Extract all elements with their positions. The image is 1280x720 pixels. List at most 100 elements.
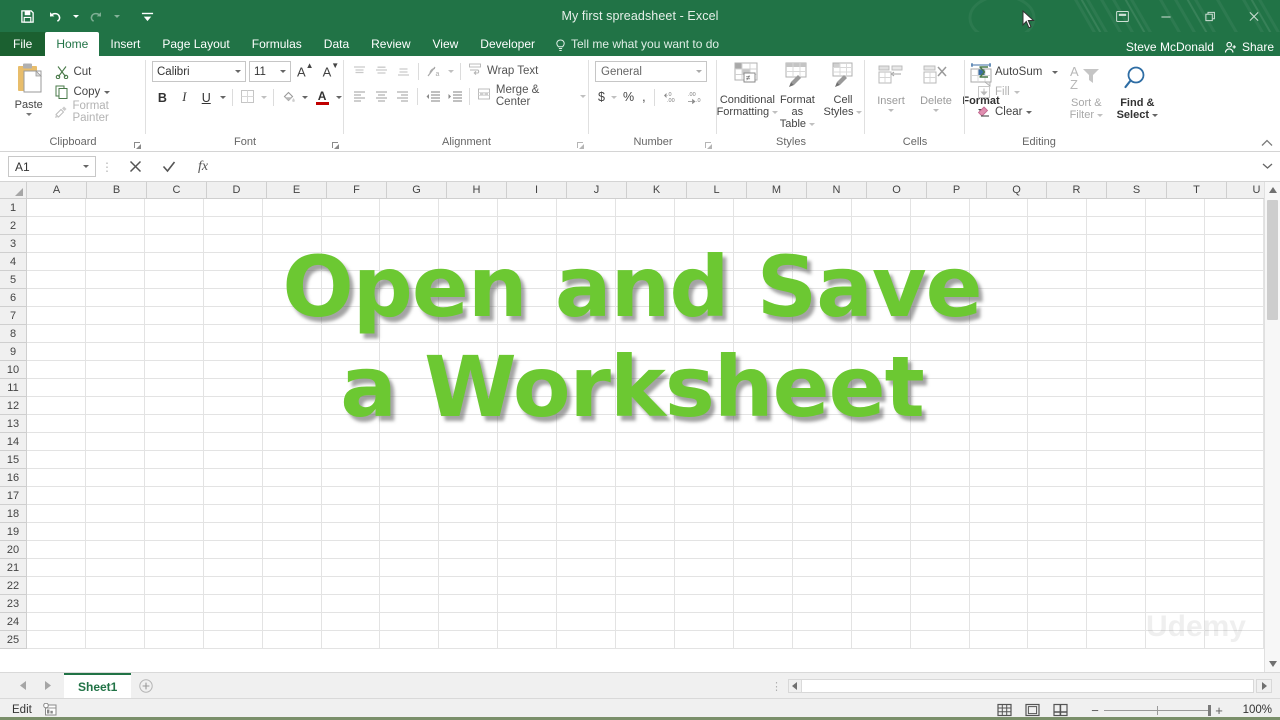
cell-A10[interactable] [27, 361, 86, 379]
row-header-25[interactable]: 25 [0, 631, 27, 649]
cell-Q12[interactable] [969, 397, 1029, 415]
cell-H20[interactable] [439, 541, 499, 559]
cell-O21[interactable] [851, 559, 911, 577]
cell-A20[interactable] [27, 541, 86, 559]
cell-T15[interactable] [1146, 451, 1206, 469]
column-header-P[interactable]: P [927, 182, 987, 199]
cell-A1[interactable] [27, 199, 86, 217]
cell-R9[interactable] [1028, 343, 1088, 361]
cell-S14[interactable] [1087, 433, 1147, 451]
cell-R4[interactable] [1028, 253, 1088, 271]
cell-L6[interactable] [674, 289, 734, 307]
cell-G17[interactable] [380, 487, 440, 505]
cell-H15[interactable] [439, 451, 499, 469]
row-header-22[interactable]: 22 [0, 577, 27, 595]
cell-H10[interactable] [439, 361, 499, 379]
cell-F8[interactable] [321, 325, 381, 343]
cell-T21[interactable] [1146, 559, 1206, 577]
cell-C8[interactable] [144, 325, 204, 343]
row-header-23[interactable]: 23 [0, 595, 27, 613]
cell-A19[interactable] [27, 523, 86, 541]
font-color-button[interactable]: A [312, 87, 333, 108]
cell-N4[interactable] [792, 253, 852, 271]
cell-Q17[interactable] [969, 487, 1029, 505]
column-header-H[interactable]: H [447, 182, 507, 199]
cell-J16[interactable] [557, 469, 617, 487]
autosum-button[interactable]: AutoSum [973, 62, 1061, 82]
cell-S3[interactable] [1087, 235, 1147, 253]
row-header-4[interactable]: 4 [0, 253, 27, 271]
share-button[interactable]: Share [1224, 40, 1274, 54]
comma-style-button[interactable]: , [639, 87, 648, 107]
cell-M10[interactable] [733, 361, 793, 379]
cell-G18[interactable] [380, 505, 440, 523]
column-header-L[interactable]: L [687, 182, 747, 199]
cell-G6[interactable] [380, 289, 440, 307]
cell-U10[interactable] [1205, 361, 1265, 379]
next-sheet-icon[interactable] [36, 676, 58, 696]
cell-Q9[interactable] [969, 343, 1029, 361]
cell-E24[interactable] [262, 613, 322, 631]
cell-S6[interactable] [1087, 289, 1147, 307]
cell-K6[interactable] [616, 289, 675, 307]
cell-K24[interactable] [616, 613, 675, 631]
cell-M1[interactable] [733, 199, 793, 217]
cell-P11[interactable] [910, 379, 970, 397]
fill-button[interactable]: Fill [973, 82, 1061, 102]
column-header-D[interactable]: D [207, 182, 267, 199]
clipboard-dialog-launcher-icon[interactable] [133, 141, 142, 150]
cell-H7[interactable] [439, 307, 499, 325]
scroll-up-icon[interactable] [1265, 182, 1280, 198]
clear-dropdown-icon[interactable] [1026, 110, 1033, 114]
cell-E15[interactable] [262, 451, 322, 469]
alignment-dialog-launcher-icon[interactable] [576, 141, 585, 150]
cell-F7[interactable] [321, 307, 381, 325]
row-header-5[interactable]: 5 [0, 271, 27, 289]
cell-M4[interactable] [733, 253, 793, 271]
cell-F21[interactable] [321, 559, 381, 577]
cell-G8[interactable] [380, 325, 440, 343]
cell-H16[interactable] [439, 469, 499, 487]
cell-P21[interactable] [910, 559, 970, 577]
cell-D25[interactable] [203, 631, 263, 649]
cell-A16[interactable] [27, 469, 86, 487]
cell-A7[interactable] [27, 307, 86, 325]
tell-me-box[interactable]: Tell me what you want to do [546, 32, 719, 56]
cell-R25[interactable] [1028, 631, 1088, 649]
cell-Q18[interactable] [969, 505, 1029, 523]
cell-C19[interactable] [144, 523, 204, 541]
cell-F13[interactable] [321, 415, 381, 433]
row-header-2[interactable]: 2 [0, 217, 27, 235]
cell-D24[interactable] [203, 613, 263, 631]
cell-Q16[interactable] [969, 469, 1029, 487]
cell-U22[interactable] [1205, 577, 1265, 595]
cell-L19[interactable] [674, 523, 734, 541]
font-dialog-launcher-icon[interactable] [331, 141, 340, 150]
cell-A15[interactable] [27, 451, 86, 469]
cell-H13[interactable] [439, 415, 499, 433]
cell-D15[interactable] [203, 451, 263, 469]
cell-S25[interactable] [1087, 631, 1147, 649]
cell-Q20[interactable] [969, 541, 1029, 559]
cell-N22[interactable] [792, 577, 852, 595]
insert-cells-button[interactable]: Insert [869, 61, 913, 112]
cell-H3[interactable] [439, 235, 499, 253]
row-header-17[interactable]: 17 [0, 487, 27, 505]
cell-B25[interactable] [85, 631, 145, 649]
cell-F12[interactable] [321, 397, 381, 415]
column-header-I[interactable]: I [507, 182, 567, 199]
cell-S19[interactable] [1087, 523, 1147, 541]
cell-K2[interactable] [616, 217, 675, 235]
scroll-right-icon[interactable] [1256, 679, 1272, 693]
cell-T3[interactable] [1146, 235, 1206, 253]
cell-H21[interactable] [439, 559, 499, 577]
cell-A9[interactable] [27, 343, 86, 361]
cell-Q1[interactable] [969, 199, 1029, 217]
cell-J8[interactable] [557, 325, 617, 343]
cell-H19[interactable] [439, 523, 499, 541]
paste-button[interactable]: Paste [6, 61, 51, 116]
cell-M8[interactable] [733, 325, 793, 343]
row-header-21[interactable]: 21 [0, 559, 27, 577]
cell-K10[interactable] [616, 361, 675, 379]
cell-N14[interactable] [792, 433, 852, 451]
